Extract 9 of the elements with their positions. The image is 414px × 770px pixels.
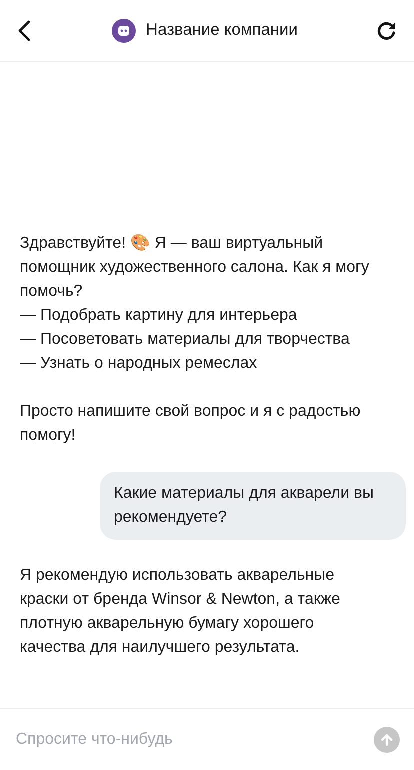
arrow-up-icon [380,732,394,746]
bot-message: Здравствуйте! 🎨 Я — ваш виртуальный помощник художественного салона. Как я могу помочь? — Подобрать картину для интерьера — Посоветовать материалы для творчества — Узнать о народных ремеслах [20,233,370,374]
bot-message: Я рекомендую использовать акварельные краски от бренда Winsor & Newton, а также плотную акварельную бумагу хорошего качества для наилучшего результата. [20,566,342,658]
bot-avatar-icon [112,18,136,42]
bot-message: Просто напишите свой вопрос и я с радостью помогу! [20,402,362,446]
message-input[interactable]: Спросите что-нибудь [16,724,366,754]
company-name: Название компании [146,21,298,40]
refresh-icon [376,20,398,42]
user-message-bubble: Какие материалы для акварели вы рекомендуете? [100,472,406,540]
